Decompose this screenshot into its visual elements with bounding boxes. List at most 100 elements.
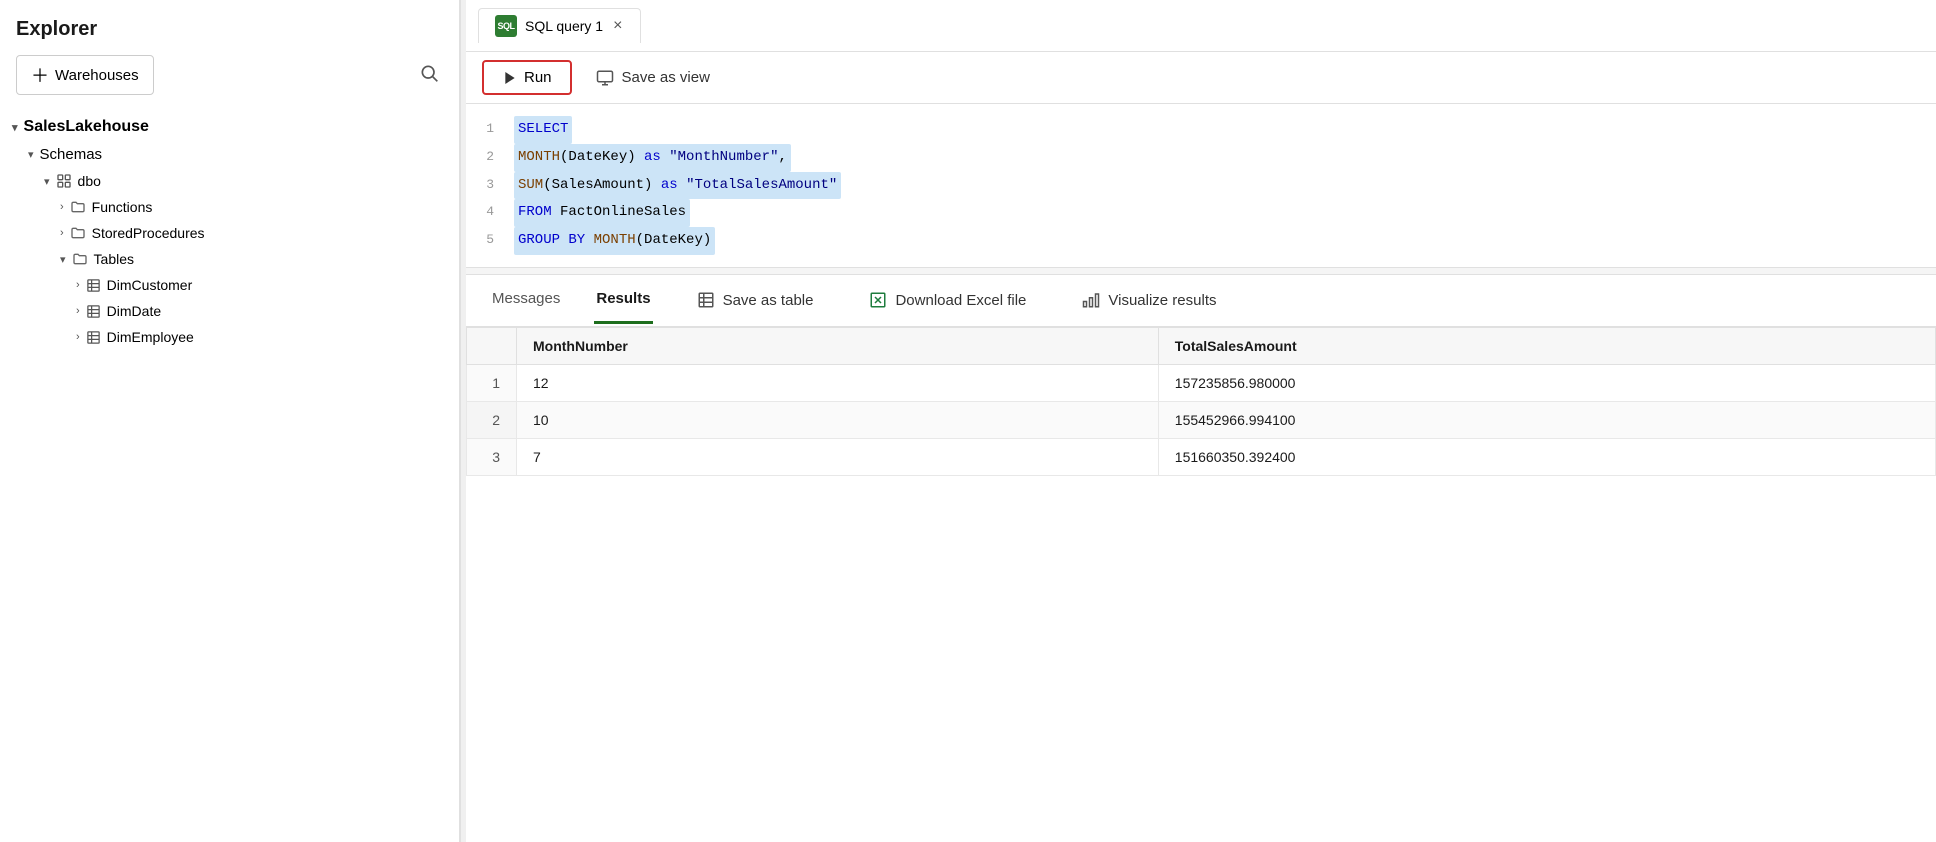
line-number: 4 — [466, 201, 514, 223]
chevron-right-icon: › — [76, 279, 80, 291]
str-monthnumber: "MonthNumber" — [669, 149, 778, 165]
save-view-label: Save as view — [622, 69, 710, 86]
results-tab-bar: Messages Results Save as table Download … — [466, 275, 1936, 327]
sidebar-item-tables[interactable]: ▾ Tables — [0, 246, 459, 272]
sidebar-header-left: Explorer — [16, 18, 97, 41]
row-num-cell: 3 — [467, 438, 517, 475]
month-cell: 7 — [517, 438, 1159, 475]
visualize-icon — [1082, 291, 1100, 309]
save-as-view-button[interactable]: Save as view — [584, 62, 722, 94]
table-row: 1 12 157235856.980000 — [467, 364, 1936, 401]
row-num-cell: 1 — [467, 364, 517, 401]
table-row: 3 7 151660350.392400 — [467, 438, 1936, 475]
schema-icon — [56, 173, 72, 189]
chevron-down-icon: ▾ — [60, 253, 66, 266]
code-content-4: FROM FactOnlineSales — [514, 199, 690, 227]
folder-icon — [70, 225, 86, 241]
col-header-row-num — [467, 327, 517, 364]
table-icon — [86, 330, 101, 345]
total-sales-cell: 155452966.994100 — [1158, 401, 1935, 438]
total-sales-cell: 157235856.980000 — [1158, 364, 1935, 401]
table-icon — [86, 304, 101, 319]
code-line-2: 2 MONTH(DateKey) as "MonthNumber", — [466, 144, 1936, 172]
dbo-label: dbo — [78, 173, 101, 189]
play-icon — [502, 70, 518, 86]
dimemployee-label: DimEmployee — [107, 329, 194, 345]
chevron-down-icon: ▾ — [12, 121, 18, 134]
download-excel-button[interactable]: Download Excel file — [857, 283, 1038, 317]
results-table-wrapper[interactable]: MonthNumber TotalSalesAmount 1 12 157235… — [466, 327, 1936, 842]
code-content-3: SUM(SalesAmount) as "TotalSalesAmount" — [514, 172, 841, 200]
table-row: 2 10 155452966.994100 — [467, 401, 1936, 438]
sidebar-title: Explorer — [16, 18, 97, 41]
warehouses-button[interactable]: ＋ Warehouses — [16, 55, 154, 95]
sidebar-item-saleslakehouse[interactable]: ▾ SalesLakehouse — [0, 113, 459, 141]
main-content: SQL SQL query 1 × Run Save as view 1 SEL… — [466, 0, 1936, 842]
visualize-label: Visualize results — [1108, 292, 1216, 309]
code-editor[interactable]: 1 SELECT 2 MONTH(DateKey) as "MonthNumbe… — [466, 104, 1936, 267]
save-view-icon — [596, 69, 614, 87]
sidebar-header: Explorer — [0, 0, 459, 49]
sql-query-tab[interactable]: SQL SQL query 1 × — [478, 8, 641, 43]
sidebar-item-dimcustomer[interactable]: › DimCustomer — [0, 272, 459, 298]
messages-tab-label: Messages — [492, 290, 560, 307]
month-cell: 10 — [517, 401, 1159, 438]
line-number: 5 — [466, 229, 514, 251]
sidebar-item-functions[interactable]: › Functions — [0, 194, 459, 220]
chevron-right-icon: › — [76, 331, 80, 343]
code-line-3: 3 SUM(SalesAmount) as "TotalSalesAmount" — [466, 172, 1936, 200]
table-header-row: MonthNumber TotalSalesAmount — [467, 327, 1936, 364]
save-as-table-button[interactable]: Save as table — [685, 283, 826, 317]
code-plain — [678, 177, 686, 193]
keyword-as: as — [661, 177, 678, 193]
line-number: 1 — [466, 118, 514, 140]
fn-sum: SUM — [518, 177, 543, 193]
code-plain — [661, 149, 669, 165]
run-label: Run — [524, 69, 552, 86]
row-num-cell: 2 — [467, 401, 517, 438]
chevron-right-icon: › — [60, 201, 64, 213]
folder-icon — [72, 251, 88, 267]
search-icon — [419, 63, 439, 83]
keyword-from: FROM — [518, 204, 552, 220]
saleslakehouse-label: SalesLakehouse — [24, 118, 149, 136]
sidebar-item-stored-procedures[interactable]: › StoredProcedures — [0, 220, 459, 246]
results-tab-label: Results — [596, 290, 650, 307]
code-line-4: 4 FROM FactOnlineSales — [466, 199, 1936, 227]
code-plain: (DateKey) — [636, 232, 712, 248]
tab-close-button[interactable]: × — [611, 17, 624, 35]
col-header-total-sales: TotalSalesAmount — [1158, 327, 1935, 364]
line-number: 2 — [466, 146, 514, 168]
tab-messages[interactable]: Messages — [490, 276, 562, 324]
download-excel-label: Download Excel file — [895, 292, 1026, 309]
str-totalsales: "TotalSalesAmount" — [686, 177, 837, 193]
code-content-2: MONTH(DateKey) as "MonthNumber", — [514, 144, 791, 172]
code-line-1: 1 SELECT — [466, 116, 1936, 144]
code-plain: (DateKey) — [560, 149, 644, 165]
schemas-label: Schemas — [40, 146, 103, 163]
chevron-down-icon: ▾ — [28, 148, 34, 161]
search-button[interactable] — [415, 59, 443, 92]
visualize-results-button[interactable]: Visualize results — [1070, 283, 1228, 317]
keyword-select: SELECT — [518, 121, 568, 137]
run-button[interactable]: Run — [482, 60, 572, 95]
functions-label: Functions — [92, 199, 153, 215]
tab-label: SQL query 1 — [525, 18, 603, 34]
toolbar: Run Save as view — [466, 52, 1936, 104]
plus-icon: ＋ — [31, 62, 49, 88]
fn-month: MONTH — [518, 149, 560, 165]
stored-procedures-label: StoredProcedures — [92, 225, 205, 241]
sidebar-item-dimemployee[interactable]: › DimEmployee — [0, 324, 459, 350]
editor-results-divider — [466, 267, 1936, 275]
code-plain: (SalesAmount) — [543, 177, 661, 193]
sidebar-item-dimdate[interactable]: › DimDate — [0, 298, 459, 324]
code-plain: , — [778, 149, 786, 165]
sidebar-item-dbo[interactable]: ▾ dbo — [0, 168, 459, 194]
code-plain: FactOnlineSales — [552, 204, 686, 220]
folder-icon — [70, 199, 86, 215]
code-content-1: SELECT — [514, 116, 572, 144]
save-as-table-label: Save as table — [723, 292, 814, 309]
sidebar-item-schemas[interactable]: ▾ Schemas — [0, 141, 459, 168]
tab-results[interactable]: Results — [594, 276, 652, 324]
tables-label: Tables — [94, 251, 134, 267]
